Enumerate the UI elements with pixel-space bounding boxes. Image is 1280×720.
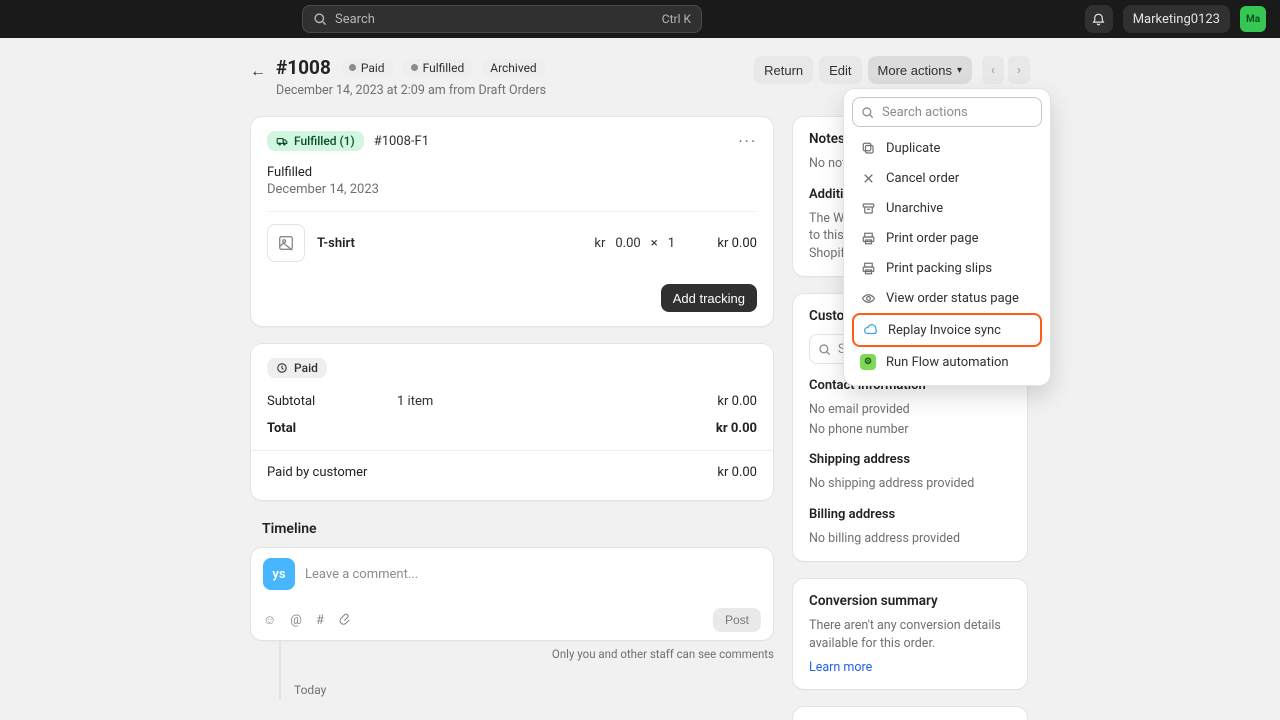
- action-duplicate[interactable]: Duplicate: [852, 133, 1042, 163]
- timeline-title: Timeline: [262, 521, 774, 537]
- contact-email: No email provided: [809, 401, 1011, 419]
- prev-order-button[interactable]: ‹: [982, 56, 1004, 84]
- billing-body: No billing address provided: [809, 530, 1011, 548]
- fulfillment-id: #1008-F1: [374, 134, 429, 149]
- more-actions-button[interactable]: More actions ▾: [868, 56, 972, 84]
- paidby-label: Paid by customer: [267, 465, 367, 480]
- fulfillment-date: December 14, 2023: [267, 182, 757, 197]
- subtotal-value: kr 0.00: [717, 394, 757, 409]
- timeline-section: Timeline ys Leave a comment... ☺ @ #: [250, 517, 774, 697]
- line-item: T-shirt kr 0.00 × 1 kr 0.00: [267, 211, 757, 274]
- fulfillment-menu-button[interactable]: ···: [738, 132, 757, 151]
- subtotal-mid: 1 item: [397, 394, 433, 409]
- user-avatar[interactable]: Ma: [1240, 6, 1266, 32]
- cloud-sync-icon: [862, 322, 878, 338]
- conversion-body: There aren't any conversion details avai…: [809, 617, 1011, 652]
- timeline-note: Only you and other staff can see comment…: [250, 647, 774, 661]
- print-icon: [860, 230, 876, 246]
- billing-title: Billing address: [809, 507, 1011, 522]
- attachment-icon[interactable]: [338, 613, 352, 627]
- paidby-value: kr 0.00: [717, 465, 757, 480]
- global-search[interactable]: Search Ctrl K: [302, 5, 702, 33]
- fulfillment-status: Fulfilled: [267, 165, 757, 180]
- comment-input[interactable]: Leave a comment...: [305, 567, 761, 582]
- action-view-status[interactable]: View order status page: [852, 283, 1042, 313]
- shipping-body: No shipping address provided: [809, 475, 1011, 493]
- action-cancel-order[interactable]: Cancel order: [852, 163, 1042, 193]
- mention-icon[interactable]: @: [290, 613, 302, 628]
- order-subline: December 14, 2023 at 2:09 am from Draft …: [276, 83, 744, 98]
- payment-card: Paid Subtotal 1 item kr 0.00 Total kr 0.…: [250, 343, 774, 501]
- action-print-order[interactable]: Print order page: [852, 223, 1042, 253]
- duplicate-icon: [860, 140, 876, 156]
- timeline-today: Today: [294, 683, 774, 697]
- paid-chip: Paid: [267, 358, 327, 378]
- fraud-card: Fraud analysis: [792, 706, 1028, 720]
- search-icon: [313, 12, 327, 26]
- line-item-name: T-shirt: [317, 236, 582, 251]
- workspace-name[interactable]: Marketing0123: [1123, 5, 1230, 33]
- timeline-composer: ys Leave a comment... ☺ @ # Post: [250, 547, 774, 641]
- total-value: kr 0.00: [716, 421, 757, 436]
- subtotal-label: Subtotal: [267, 394, 315, 409]
- contact-phone: No phone number: [809, 421, 1011, 439]
- commenter-avatar: ys: [263, 558, 295, 590]
- back-button[interactable]: ←: [250, 61, 266, 81]
- notifications-button[interactable]: [1085, 5, 1113, 33]
- actions-search[interactable]: Search actions: [852, 97, 1042, 127]
- line-item-pricing: kr 0.00 × 1: [594, 236, 675, 251]
- line-item-total: kr 0.00: [687, 236, 757, 251]
- order-title: #1008: [276, 56, 331, 79]
- learn-more-link[interactable]: Learn more: [809, 660, 872, 675]
- badge-fulfilled: Fulfilled: [403, 59, 473, 77]
- action-print-packing[interactable]: Print packing slips: [852, 253, 1042, 283]
- conversion-title: Conversion summary: [809, 593, 1011, 609]
- badge-archived: Archived: [482, 59, 544, 77]
- chevron-down-icon: ▾: [957, 65, 962, 76]
- search-placeholder: Search: [335, 12, 654, 27]
- next-order-button[interactable]: ›: [1008, 56, 1030, 84]
- badge-paid: Paid: [341, 59, 393, 77]
- action-unarchive[interactable]: Unarchive: [852, 193, 1042, 223]
- topbar: Search Ctrl K Marketing0123 Ma: [0, 0, 1280, 38]
- flow-icon: ⚙: [860, 354, 876, 370]
- close-icon: [860, 170, 876, 186]
- eye-icon: [860, 290, 876, 306]
- print-icon: [860, 260, 876, 276]
- product-thumb[interactable]: [267, 224, 305, 262]
- conversion-card: Conversion summary There aren't any conv…: [792, 578, 1028, 690]
- return-button[interactable]: Return: [754, 56, 813, 84]
- fulfillment-card: Fulfilled (1) #1008-F1 ··· Fulfilled Dec…: [250, 116, 774, 327]
- total-label: Total: [267, 421, 296, 436]
- search-shortcut: Ctrl K: [662, 12, 691, 26]
- more-actions-menu: Search actions Duplicate Cancel order Un…: [843, 88, 1051, 386]
- action-replay-invoice-sync[interactable]: Replay Invoice sync: [852, 313, 1042, 347]
- emoji-icon[interactable]: ☺: [263, 612, 276, 628]
- fulfilled-chip: Fulfilled (1): [267, 131, 364, 151]
- hash-icon[interactable]: #: [316, 613, 324, 628]
- post-button[interactable]: Post: [713, 608, 761, 632]
- action-run-flow[interactable]: ⚙ Run Flow automation: [852, 347, 1042, 377]
- shipping-title: Shipping address: [809, 452, 1011, 467]
- archive-icon: [860, 200, 876, 216]
- edit-button[interactable]: Edit: [819, 56, 861, 84]
- add-tracking-button[interactable]: Add tracking: [661, 284, 757, 312]
